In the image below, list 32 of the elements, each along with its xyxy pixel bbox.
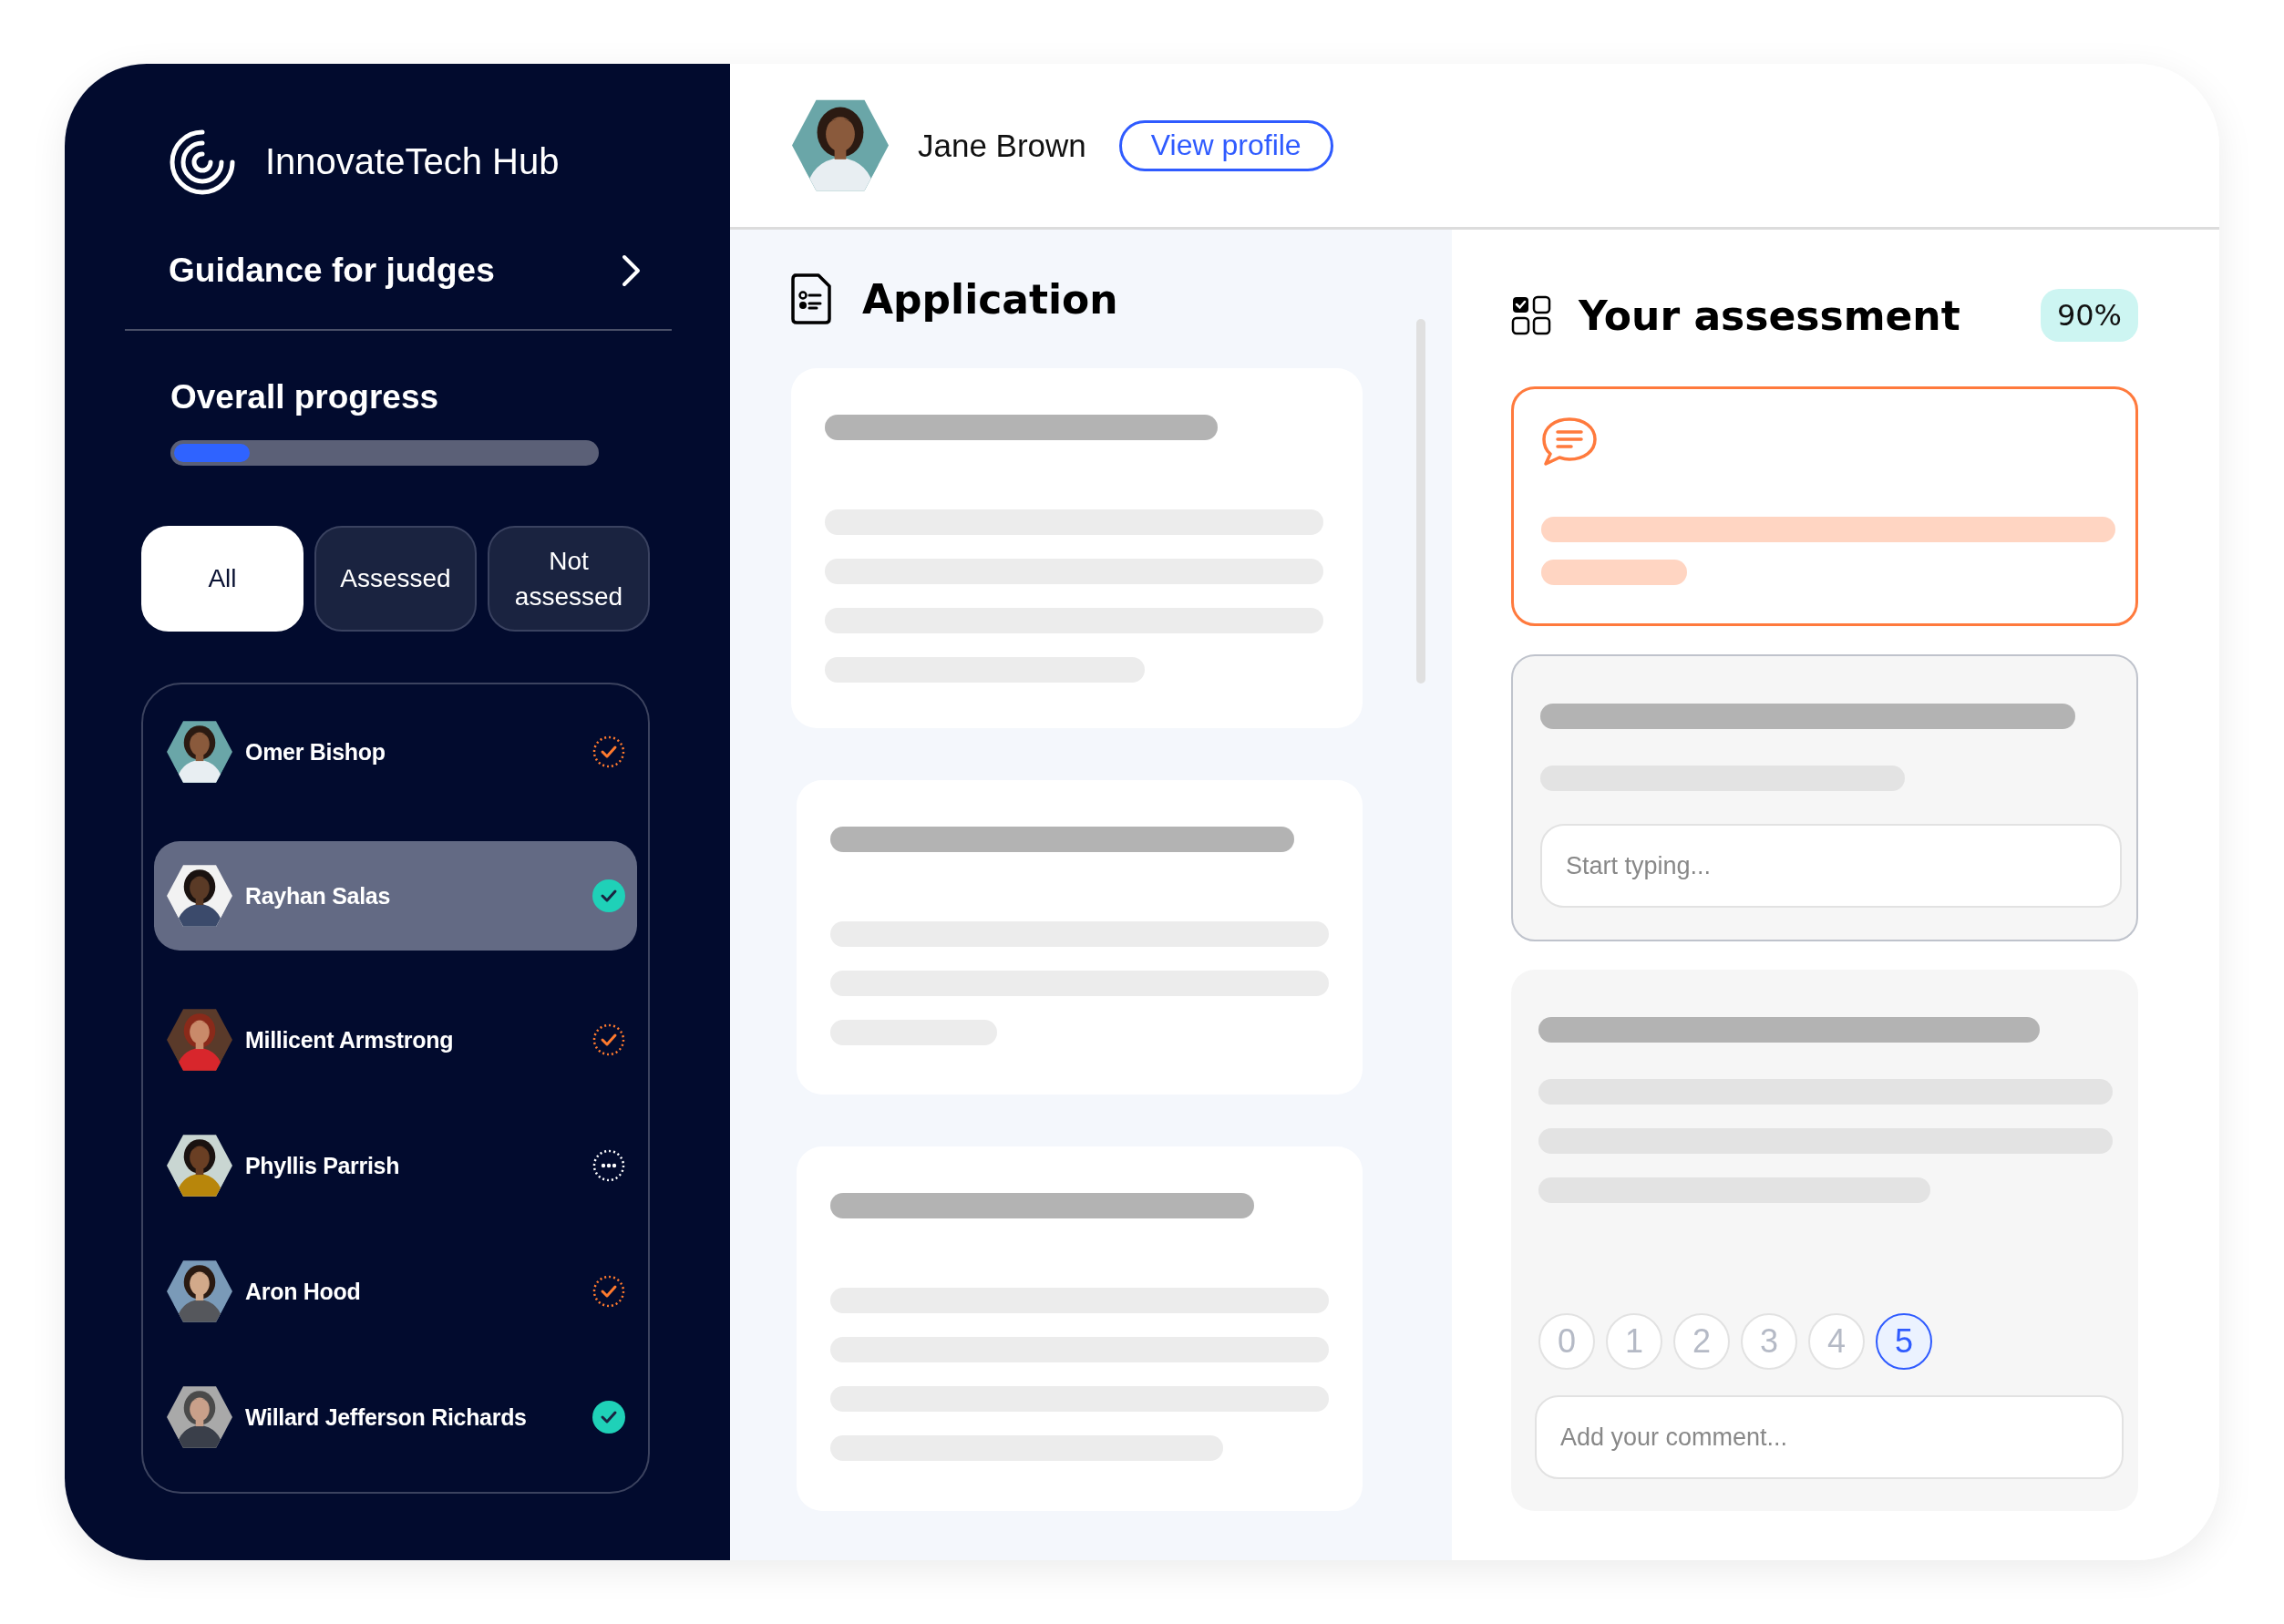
candidate-row[interactable]: Omer Bishop [154, 697, 637, 807]
assessment-title: Your assessment [1579, 292, 1960, 339]
user-name: Jane Brown [918, 127, 1086, 164]
score-badge: 90% [2040, 289, 2138, 342]
candidate-row[interactable]: Aron Hood [154, 1237, 637, 1346]
chevron-right-icon [621, 253, 643, 288]
rating-option[interactable]: 5 [1876, 1313, 1932, 1370]
candidate-row[interactable]: Rayhan Salas [154, 841, 637, 951]
candidate-name: Phyllis Parrish [245, 1152, 401, 1179]
candidate-row[interactable]: Millicent Armstrong [154, 985, 637, 1095]
candidate-row[interactable]: Willard Jefferson Richards [154, 1362, 637, 1472]
brand-name: InnovateTech Hub [265, 141, 560, 182]
filter-tab[interactable]: Assessed [314, 526, 477, 632]
candidate-name: Willard Jefferson Richards [245, 1403, 528, 1431]
answer-field[interactable]: Start typing... [1540, 824, 2122, 908]
scrollbar[interactable] [1416, 319, 1425, 684]
filter-tab[interactable]: All [141, 526, 304, 632]
filter-tab[interactable]: Not assessed [488, 526, 650, 632]
chat-bubble-icon [1541, 416, 1598, 468]
application-title: Application [862, 275, 1118, 323]
guidance-link[interactable]: Guidance for judges [125, 212, 672, 331]
view-profile-button[interactable]: View profile [1118, 119, 1333, 171]
checklist-grid-icon [1511, 295, 1551, 335]
candidate-name: Rayhan Salas [245, 882, 391, 910]
logo-icon [169, 128, 236, 196]
comment-field[interactable]: Add your comment... [1535, 1395, 2124, 1479]
candidate-name: Millicent Armstrong [245, 1026, 455, 1054]
document-icon [791, 273, 831, 324]
candidate-name: Aron Hood [245, 1278, 362, 1305]
progress-label: Overall progress [170, 378, 440, 416]
candidate-name: Omer Bishop [245, 738, 386, 766]
candidate-row[interactable]: Phyllis Parrish [154, 1111, 637, 1220]
